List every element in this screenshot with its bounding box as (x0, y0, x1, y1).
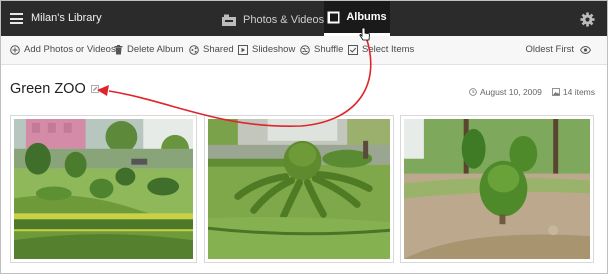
tab-photos-videos[interactable]: Photos & Videos (221, 10, 324, 30)
top-bar: Milan's Library Photos & Videos Albums (1, 1, 607, 36)
slideshow-icon (238, 44, 248, 55)
sort-dropdown[interactable]: Oldest First (525, 44, 591, 55)
photo-count-icon (551, 88, 560, 96)
tab-albums-label: Albums (346, 11, 387, 23)
album-date: August 10, 2009 (469, 87, 542, 97)
slideshow-label: Slideshow (252, 44, 296, 55)
bush-topiary-photo (404, 119, 590, 259)
sort-label: Oldest First (525, 44, 574, 55)
shuffle-label: Shuffle (314, 44, 344, 55)
slideshow-button[interactable]: Slideshow (238, 44, 295, 55)
shared-button[interactable]: Shared (189, 44, 234, 55)
gear-icon[interactable] (580, 12, 595, 27)
albums-icon (327, 11, 340, 23)
photos-icon (222, 14, 236, 26)
octopus-topiary-photo (208, 119, 390, 259)
shuffle-icon (300, 44, 310, 55)
album-title-row: Green ZOO (10, 81, 99, 97)
photo-thumbnail[interactable] (10, 115, 197, 263)
album-meta: August 10, 2009 14 items (469, 87, 595, 97)
delete-album-label: Delete Album (127, 44, 184, 55)
shared-label: Shared (203, 44, 234, 55)
shuffle-button[interactable]: Shuffle (300, 44, 343, 55)
menu-icon[interactable] (10, 13, 23, 24)
eye-icon[interactable] (580, 45, 591, 54)
checkbox-icon (348, 44, 358, 55)
photo-thumbnail[interactable] (400, 115, 594, 263)
delete-album-button[interactable]: Delete Album (114, 44, 184, 55)
photo-thumbnail[interactable] (204, 115, 394, 263)
album-title: Green ZOO (10, 81, 86, 97)
tab-photos-videos-label: Photos & Videos (243, 14, 325, 26)
album-date-text: August 10, 2009 (479, 87, 542, 97)
clock-icon (469, 88, 477, 96)
library-title[interactable]: Milan's Library (31, 12, 102, 24)
edit-pencil-icon[interactable] (90, 85, 99, 93)
share-icon (189, 44, 199, 55)
cursor-hand-icon (359, 27, 370, 41)
app-window: Milan's Library Photos & Videos Albums A… (0, 0, 608, 274)
album-toolbar: Add Photos or Videos Delete Album Shared… (1, 36, 607, 65)
trash-icon (114, 44, 123, 54)
add-photos-label: Add Photos or Videos (24, 44, 116, 55)
add-photos-button[interactable]: Add Photos or Videos (10, 44, 116, 55)
topiary-garden-photo (14, 119, 193, 259)
album-count: 14 items (551, 87, 595, 97)
tab-albums[interactable]: Albums (324, 1, 390, 36)
select-items-button[interactable]: Select Items (348, 44, 414, 55)
album-count-text: 14 items (562, 87, 595, 97)
plus-circle-icon (10, 44, 20, 55)
select-items-label: Select Items (362, 44, 415, 55)
